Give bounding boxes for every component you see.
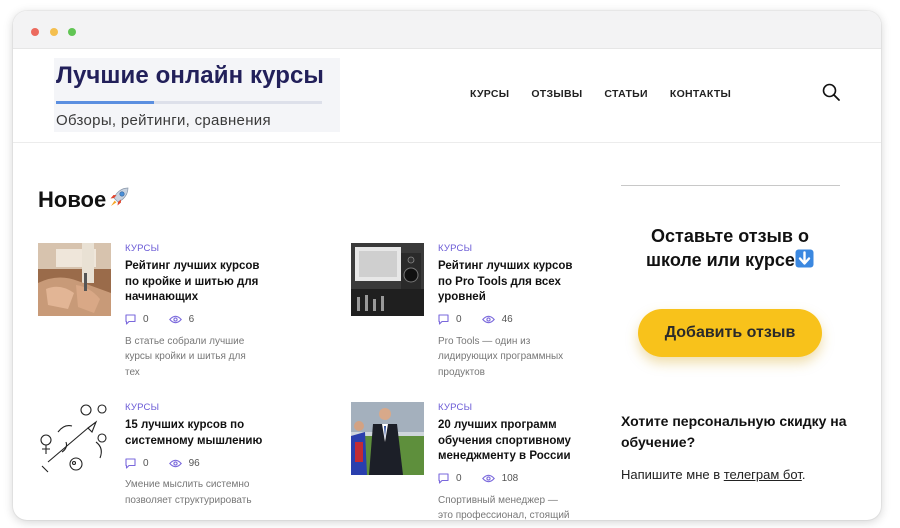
article-excerpt: Спортивный менеджер — это профессионал, … xyxy=(438,494,570,521)
comment-count: 0 xyxy=(456,473,462,484)
article-card[interactable]: КУРСЫ Рейтинг лучших курсов по Pro Tools… xyxy=(351,243,641,393)
article-title[interactable]: Рейтинг лучших курсов по кройке и шитью … xyxy=(125,259,275,306)
telegram-bot-link[interactable]: телеграм бот xyxy=(724,467,802,482)
article-excerpt: Pro Tools — один из лидирующих программн… xyxy=(438,335,564,378)
article-meta: 0 108 xyxy=(438,472,588,486)
article-title[interactable]: Рейтинг лучших курсов по Pro Tools для в… xyxy=(438,259,588,306)
article-category[interactable]: КУРСЫ xyxy=(438,241,588,256)
view-count: 108 xyxy=(501,473,519,484)
discount-text-before: Напишите мне в xyxy=(621,467,724,482)
browser-window: Лучшие онлайн курсы Обзоры, рейтинги, ср… xyxy=(13,11,881,520)
eye-icon xyxy=(481,315,495,324)
article-title[interactable]: 15 лучших курсов по системному мышлению xyxy=(125,418,275,449)
site-header: Лучшие онлайн курсы Обзоры, рейтинги, ср… xyxy=(13,49,881,143)
article-category[interactable]: КУРСЫ xyxy=(125,400,275,415)
discount-text-after: . xyxy=(801,467,806,482)
article-card[interactable]: КУРСЫ 20 лучших программ обучения спорти… xyxy=(351,402,641,520)
article-thumbnail[interactable] xyxy=(38,402,111,475)
search-button[interactable] xyxy=(821,82,841,102)
nav-item-courses[interactable]: КУРСЫ xyxy=(470,88,509,100)
article-category[interactable]: КУРСЫ xyxy=(438,400,588,415)
review-title-text: Оставьте отзыв о школе или курсе xyxy=(646,226,809,270)
review-widget-title: Оставьте отзыв о школе или курсе xyxy=(625,224,835,274)
article-meta: 0 46 xyxy=(438,313,588,327)
minimize-window-dot[interactable] xyxy=(50,28,58,36)
sewing-machine-image xyxy=(38,243,111,316)
comment-icon xyxy=(125,314,136,325)
sidebar-divider xyxy=(621,185,840,186)
down-arrow-icon xyxy=(795,249,814,274)
article-excerpt: В статье собрали лучшие курсы кройки и ш… xyxy=(125,335,246,378)
section-heading-new: Новое xyxy=(38,185,131,215)
article-thumbnail[interactable] xyxy=(351,402,424,475)
article-thumbnail[interactable] xyxy=(351,243,424,316)
sports-manager-image xyxy=(351,402,424,475)
comment-count: 0 xyxy=(456,314,462,325)
logo-title: Лучшие онлайн курсы xyxy=(56,62,325,89)
article-title[interactable]: 20 лучших программ обучения спортивному … xyxy=(438,418,588,465)
logo-underline xyxy=(56,101,322,104)
main-nav: КУРСЫ ОТЗЫВЫ СТАТЬИ КОНТАКТЫ xyxy=(470,88,731,100)
article-excerpt: Умение мыслить системно позволяет структ… xyxy=(125,479,252,506)
eye-icon xyxy=(168,315,182,324)
add-review-button[interactable]: Добавить отзыв xyxy=(638,309,822,357)
nav-item-articles[interactable]: СТАТЬИ xyxy=(604,88,647,100)
studio-monitor-image xyxy=(351,243,424,316)
eye-icon xyxy=(481,474,495,483)
discount-text: Напишите мне в телеграм бот. xyxy=(621,467,805,482)
eye-icon xyxy=(168,459,182,467)
comment-count: 0 xyxy=(143,314,149,325)
rocket-icon xyxy=(107,185,131,215)
section-heading-text: Новое xyxy=(38,187,107,212)
comment-icon xyxy=(125,457,136,469)
systems-sketch-image xyxy=(38,402,111,475)
article-card[interactable]: КУРСЫ 15 лучших курсов по системному мыш… xyxy=(38,402,328,520)
article-meta: 0 6 xyxy=(125,313,275,327)
comment-icon xyxy=(438,314,449,325)
search-icon xyxy=(822,83,840,101)
view-count: 96 xyxy=(188,457,200,469)
discount-title: Хотите персональную скидку на обучение? xyxy=(621,413,847,450)
nav-item-reviews[interactable]: ОТЗЫВЫ xyxy=(531,88,582,100)
close-window-dot[interactable] xyxy=(31,28,39,36)
article-thumbnail[interactable] xyxy=(38,243,111,316)
logo-underline-accent xyxy=(56,101,155,104)
article-category[interactable]: КУРСЫ xyxy=(125,241,275,256)
maximize-window-dot[interactable] xyxy=(68,28,76,36)
view-count: 46 xyxy=(501,314,513,325)
nav-item-contacts[interactable]: КОНТАКТЫ xyxy=(670,88,731,100)
comment-count: 0 xyxy=(143,457,149,469)
comment-icon xyxy=(438,473,449,484)
article-card[interactable]: КУРСЫ Рейтинг лучших курсов по кройке и … xyxy=(38,243,328,393)
logo-subtitle: Обзоры, рейтинги, сравнения xyxy=(56,112,271,129)
article-meta: 0 96 xyxy=(125,456,275,470)
view-count: 6 xyxy=(188,314,195,325)
window-titlebar xyxy=(13,11,881,49)
site-logo[interactable]: Лучшие онлайн курсы Обзоры, рейтинги, ср… xyxy=(54,58,340,132)
